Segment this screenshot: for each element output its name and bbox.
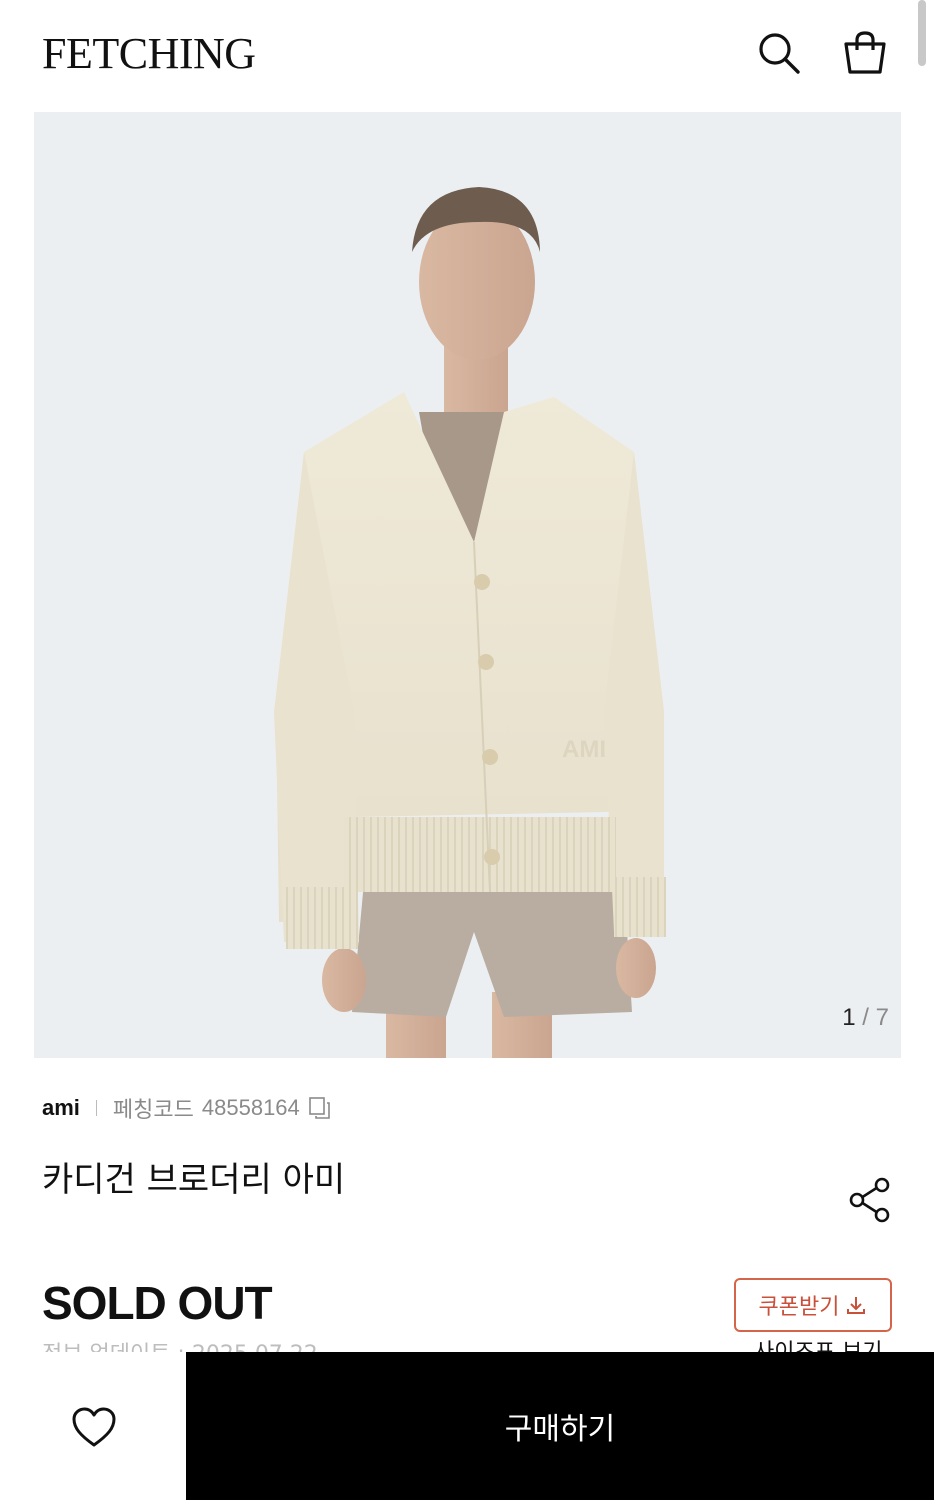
- product-photo: AMI: [274, 187, 666, 1058]
- fetching-logo[interactable]: FETCHING: [42, 28, 256, 79]
- coupon-button[interactable]: 쿠폰받기: [734, 1278, 892, 1332]
- fetching-code-value: 48558164: [201, 1095, 300, 1120]
- buy-button-label: 구매하기: [504, 1412, 616, 1447]
- product-title: 카디건 브로더리 아미: [42, 1160, 346, 1200]
- bottom-action-bar: 구매하기: [0, 1352, 934, 1500]
- download-icon: [847, 1297, 866, 1314]
- copy-icon[interactable]: [308, 1096, 332, 1120]
- top-header: FETCHING: [0, 0, 934, 110]
- fetching-code-label: 페칭코드: [112, 1098, 194, 1123]
- brand-code-row: ami 페칭코드 48558164: [42, 1092, 332, 1124]
- search-icon[interactable]: [756, 30, 802, 76]
- svg-text:AMI: AMI: [562, 736, 606, 763]
- heart-icon[interactable]: [70, 1404, 118, 1452]
- pager-separator: /: [862, 1004, 869, 1031]
- coupon-button-label: 쿠폰받기: [758, 1295, 840, 1320]
- page-scrollbar[interactable]: [918, 0, 926, 66]
- product-image-carousel[interactable]: AMI 1 / 7: [34, 112, 901, 1058]
- pager-total: 7: [875, 1004, 889, 1031]
- shopping-bag-icon[interactable]: [842, 30, 888, 76]
- sold-out-status: SOLD OUT: [42, 1277, 273, 1329]
- pager-current: 1: [842, 1004, 856, 1031]
- image-pager: 1 / 7: [842, 1004, 889, 1032]
- size-guide-link[interactable]: 사이즈표 보기: [754, 1334, 882, 1352]
- info-update-date: 정보 업데이트 : 2025.07.22: [42, 1336, 318, 1352]
- brand-divider: [95, 1100, 97, 1116]
- share-icon[interactable]: [846, 1176, 894, 1224]
- buy-button[interactable]: 구매하기: [186, 1352, 934, 1500]
- brand-name[interactable]: ami: [42, 1095, 80, 1121]
